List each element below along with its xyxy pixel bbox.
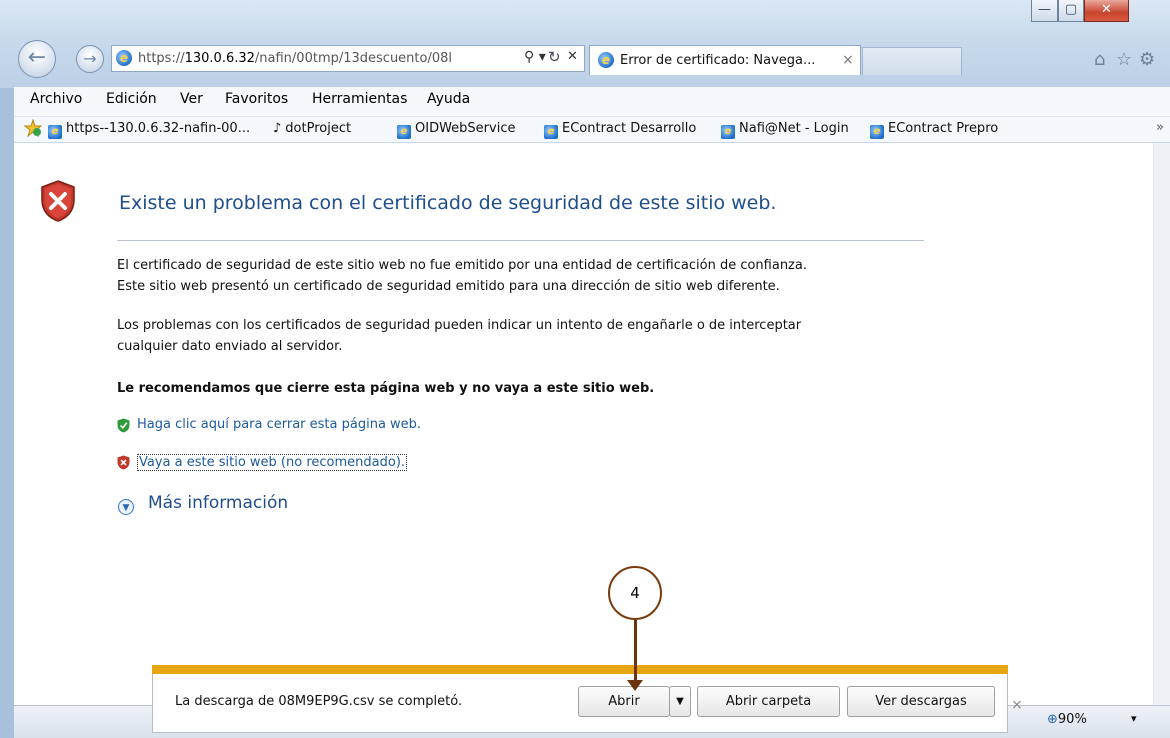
favorite-label: https--130.0.6.32-nafin-00...	[66, 121, 251, 136]
description-line: Este sitio web presentó un certificado d…	[117, 279, 780, 294]
tab-close-icon[interactable]: ×	[842, 52, 854, 68]
security-error-shield-icon	[41, 180, 75, 222]
divider	[117, 240, 924, 241]
search-dropdown-icon[interactable]: ⚲ ▾	[524, 49, 546, 65]
zoom-value: 90%	[1057, 712, 1087, 727]
url-scheme: https://	[138, 51, 185, 66]
description-paragraph-1: El certificado de seguridad de este siti…	[117, 255, 807, 297]
home-icon[interactable]: ⌂	[1094, 49, 1105, 70]
description-line: cualquier dato enviado al servidor.	[117, 339, 343, 354]
favorite-item-econtract-prepro[interactable]: e EContract Prepro	[870, 121, 998, 139]
url-path: /nafin/00tmp/13descuento/08l	[254, 51, 453, 66]
menu-edicion[interactable]: Edición	[106, 91, 157, 107]
ie-page-icon: e	[397, 125, 411, 139]
zoom-icon: ⊕	[1047, 712, 1058, 727]
close-page-link[interactable]: Haga clic aquí para cerrar esta página w…	[137, 417, 421, 432]
ie-page-icon: e	[116, 50, 132, 66]
menu-bar: Archivo Edición Ver Favoritos Herramient…	[14, 87, 1170, 117]
address-url[interactable]: https://130.0.6.32/nafin/00tmp/13descuen…	[138, 51, 452, 66]
chevron-down-icon: ▼	[676, 696, 684, 707]
open-folder-button[interactable]: Abrir carpeta	[697, 686, 840, 717]
new-tab-button[interactable]	[862, 47, 962, 75]
vertical-scrollbar[interactable]	[1153, 143, 1170, 705]
ie-page-icon: e	[48, 125, 62, 139]
favorite-label: EContract Prepro	[888, 121, 999, 136]
favorite-item-econtract-desarrollo[interactable]: e EContract Desarrollo	[544, 121, 696, 139]
description-paragraph-2: Los problemas con los certificados de se…	[117, 315, 801, 357]
close-window-button[interactable]: ✕	[1084, 0, 1129, 22]
menu-favoritos[interactable]: Favoritos	[225, 91, 288, 107]
download-message: La descarga de 08M9EP9G.csv se completó.	[175, 694, 463, 709]
menu-herramientas[interactable]: Herramientas	[312, 91, 407, 107]
view-downloads-button[interactable]: Ver descargas	[847, 686, 995, 717]
menu-archivo[interactable]: Archivo	[30, 91, 82, 107]
recommendation-text: Le recomendamos que cierre esta página w…	[117, 381, 655, 396]
step-callout: 4	[608, 566, 662, 620]
download-bar-close-icon[interactable]: ×	[1011, 697, 1023, 713]
favorite-item-nafinet-login[interactable]: e Nafi@Net - Login	[721, 121, 849, 139]
favorite-item-https-nafin[interactable]: e https--130.0.6.32-nafin-00...	[48, 121, 250, 139]
page-title: Existe un problema con el certificado de…	[119, 192, 777, 214]
favorite-item-dotproject[interactable]: ♪ dotProject	[273, 121, 351, 136]
callout-arrow-head	[627, 680, 643, 691]
favorite-label: Nafi@Net - Login	[739, 121, 849, 136]
open-options-dropdown[interactable]: ▼	[669, 686, 691, 717]
continue-to-site-link[interactable]: Vaya a este sitio web (no recomendado).	[137, 454, 408, 471]
star-add-icon	[23, 118, 43, 138]
description-line: Los problemas con los certificados de se…	[117, 318, 802, 333]
ie-page-icon: e	[870, 125, 884, 139]
ie-tab-icon: e	[598, 52, 614, 68]
back-button[interactable]: ←	[18, 40, 56, 78]
chevron-down-icon[interactable]: ▼	[118, 499, 134, 515]
favorites-star-icon[interactable]: ☆	[1116, 49, 1132, 70]
address-bar[interactable]: e https://130.0.6.32/nafin/00tmp/13descu…	[111, 45, 585, 72]
favorite-label: OIDWebService	[415, 121, 516, 136]
callout-arrow-line	[634, 620, 637, 684]
maximize-button[interactable]: ▢	[1058, 0, 1084, 22]
tab-title: Error de certificado: Navega...	[620, 53, 816, 68]
gear-icon[interactable]: ⚙	[1139, 49, 1155, 70]
tab-certificate-error[interactable]: e Error de certificado: Navega... ×	[589, 45, 861, 75]
menu-ver[interactable]: Ver	[180, 91, 203, 107]
back-arrow-icon: ←	[27, 45, 47, 70]
red-shield-icon	[117, 455, 130, 470]
url-host: 130.0.6.32	[184, 51, 255, 66]
download-accent-stripe	[152, 665, 1008, 674]
favorite-label: EContract Desarrollo	[562, 121, 697, 136]
description-line: El certificado de seguridad de este siti…	[117, 258, 807, 273]
menu-ayuda[interactable]: Ayuda	[427, 91, 470, 107]
favorites-bar: e https--130.0.6.32-nafin-00... ♪ dotProje…	[14, 117, 1170, 143]
favorites-overflow-icon[interactable]: »	[1156, 120, 1164, 135]
favorite-label: dotProject	[285, 121, 352, 136]
more-info-toggle[interactable]: Más información	[148, 493, 288, 513]
dotproject-icon: ♪	[273, 121, 282, 136]
green-shield-icon	[117, 418, 130, 433]
favorite-item-oidwebservice[interactable]: e OIDWebService	[397, 121, 515, 139]
stop-icon[interactable]: ✕	[567, 49, 578, 64]
refresh-icon[interactable]: ↻	[548, 48, 561, 66]
forward-button[interactable]: →	[76, 45, 104, 73]
zoom-dropdown-icon[interactable]: ▾	[1131, 712, 1137, 725]
minimize-button[interactable]: —	[1031, 0, 1058, 22]
add-favorite-icon[interactable]	[23, 118, 43, 141]
ie-page-icon: e	[544, 125, 558, 139]
open-button[interactable]: Abrir	[578, 686, 670, 717]
zoom-level[interactable]: ⊕90%	[1047, 712, 1087, 727]
forward-arrow-icon: →	[83, 49, 97, 68]
ie-page-icon: e	[721, 125, 735, 139]
title-bar	[0, 0, 1170, 88]
